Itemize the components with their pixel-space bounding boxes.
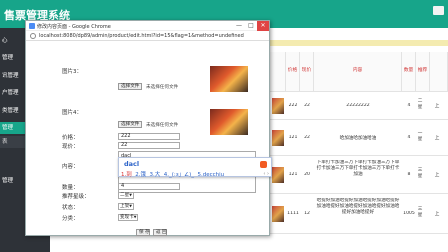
table-row[interactable]: 222 22 22222222 4 二星 上 [270, 92, 448, 120]
product-thumbnail [272, 130, 284, 146]
recommend-select[interactable]: 二星▼ [118, 192, 134, 199]
category-label: 分类： [62, 216, 79, 222]
image4-label: 图片4： [62, 110, 82, 116]
ime-pinyin: dacl [124, 160, 140, 168]
choose-file-button[interactable]: 选择文件 [118, 83, 143, 90]
save-button[interactable]: 保 存 [136, 229, 150, 236]
cell-current-price: 22 [304, 135, 310, 140]
cell-qty: 4 [407, 135, 411, 140]
cell-recommend: 一星 [417, 131, 423, 142]
info-icon[interactable] [30, 33, 36, 39]
image3-label: 图片3： [62, 69, 82, 75]
table-row[interactable]: 121 22 哈加油哈加油哈油 4 一星 上 [270, 120, 448, 156]
chevron-down-icon: ▼ [129, 204, 132, 208]
cell-current-price: 22 [304, 103, 310, 108]
col-header-content: 内容 [314, 52, 402, 92]
cell-price: 121 [288, 172, 298, 177]
cell-recommend: 二星 [417, 99, 423, 110]
window-title: 修改内容页面 - Google Chrome [37, 24, 111, 30]
col-header-img [270, 52, 286, 92]
recommend-label: 推荐星级： [62, 194, 90, 200]
cell-content: 22222222 [346, 103, 370, 108]
status-selected-value: 上架 [120, 204, 130, 209]
current-price-label: 现价： [62, 144, 79, 150]
back-button[interactable]: 返 回 [153, 229, 167, 236]
page-favicon-icon [29, 23, 35, 29]
cell-status: 上 [434, 136, 440, 141]
content-label: 内容： [62, 164, 79, 170]
ime-candidate-popup: dacl 1.到 2.饿 3.大 4._(:з」∠)_ 5.decchiu ‹ … [118, 157, 272, 178]
category-selected-value: 变现卡 [120, 215, 134, 220]
ime-candidate[interactable]: 5.decchiu [198, 172, 225, 178]
window-titlebar[interactable]: 修改内容页面 - Google Chrome — □ ✕ [26, 21, 269, 31]
product-thumbnail [272, 206, 284, 222]
ime-candidate-list: 1.到 2.饿 3.大 4._(:з」∠)_ 5.decchiu [121, 170, 224, 178]
url-text[interactable]: localhost:8080/dp89/admin/product/edit.h… [39, 33, 244, 39]
browser-window: 修改内容页面 - Google Chrome — □ ✕ localhost:8… [25, 20, 272, 236]
qty-input[interactable]: 4 [118, 183, 180, 190]
cell-qty: 4 [407, 103, 411, 108]
recommend-selected-value: 二星 [120, 193, 130, 198]
choose-file-button[interactable]: 选择文件 [118, 121, 143, 128]
ime-candidate[interactable]: 4._(:з」∠)_ [164, 172, 194, 178]
ime-candidate[interactable]: 2.饿 [135, 172, 146, 178]
col-header-recommend: 推荐 [416, 52, 430, 92]
cell-price: 1111 [287, 211, 299, 216]
col-header-price: 价格 [286, 52, 300, 92]
cell-content: 下单打卡加油三万下单打卡加油三万下单打卡加油三万下单打卡加油三万下单打卡加油 [316, 160, 400, 177]
col-header-current-price: 现价 [300, 52, 314, 92]
cell-status: 上 [434, 173, 440, 178]
cell-price: 222 [288, 103, 298, 108]
cell-recommend: 三星 [417, 168, 423, 179]
cell-status: 上 [434, 104, 440, 109]
maximize-icon[interactable]: □ [245, 21, 257, 31]
col-header-qty: 数量 [402, 52, 416, 92]
ime-candidate[interactable]: 3.大 [150, 172, 161, 178]
ime-candidate[interactable]: 1.到 [121, 172, 132, 178]
price-label: 价格： [62, 135, 79, 141]
edit-form: 图片3： 选择文件 未选择任何文件 图片4： 选择文件 未选择任何文件 价格： … [26, 41, 272, 236]
minimize-icon[interactable]: — [233, 21, 245, 31]
qty-label: 数量： [62, 185, 79, 191]
cell-price: 121 [288, 135, 298, 140]
address-bar[interactable]: localhost:8080/dp89/admin/product/edit.h… [26, 31, 269, 41]
ime-logo-icon [260, 161, 267, 168]
notification-icon[interactable] [433, 6, 444, 15]
cell-content: 哈提好加油哈提好加油哈提好加油哈提好加油哈提好加油哈提好加油哈提好加油哈提好加油… [316, 198, 400, 215]
cell-recommend: 三星 [417, 207, 423, 218]
table-row[interactable]: 1111 12 哈提好加油哈提好加油哈提好加油哈提好加油哈提好加油哈提好加油哈提… [270, 194, 448, 234]
status-select[interactable]: 上架▼ [118, 203, 134, 210]
image4-preview [210, 109, 248, 135]
product-thumbnail [272, 167, 284, 183]
chevron-down-icon: ▼ [133, 215, 137, 219]
toolbar-strip [270, 40, 448, 46]
image3-preview [210, 66, 248, 92]
cell-content: 哈加油哈加油哈油 [339, 136, 377, 141]
no-file-text: 未选择任何文件 [146, 85, 179, 90]
cell-current-price: 12 [304, 211, 310, 216]
close-icon[interactable]: ✕ [257, 21, 269, 31]
ime-page-nav[interactable]: ‹ › [263, 171, 269, 177]
category-select[interactable]: 变现卡▼ [118, 214, 138, 221]
price-input[interactable]: 222 [118, 133, 180, 140]
chevron-down-icon: ▼ [129, 193, 132, 197]
cell-status: 上 [434, 212, 440, 217]
cell-current-price: 20 [304, 172, 310, 177]
cell-qty: 1005 [403, 211, 415, 216]
table-row[interactable]: 121 20 下单打卡加油三万下单打卡加油三万下单打卡加油三万下单打卡加油三万下… [270, 156, 448, 194]
status-label: 状态： [62, 205, 79, 211]
col-header-status [430, 52, 448, 92]
cell-qty: 8 [407, 172, 411, 177]
current-price-input[interactable]: 22 [118, 142, 180, 149]
product-thumbnail [272, 98, 284, 114]
no-file-text: 未选择任何文件 [146, 123, 179, 128]
